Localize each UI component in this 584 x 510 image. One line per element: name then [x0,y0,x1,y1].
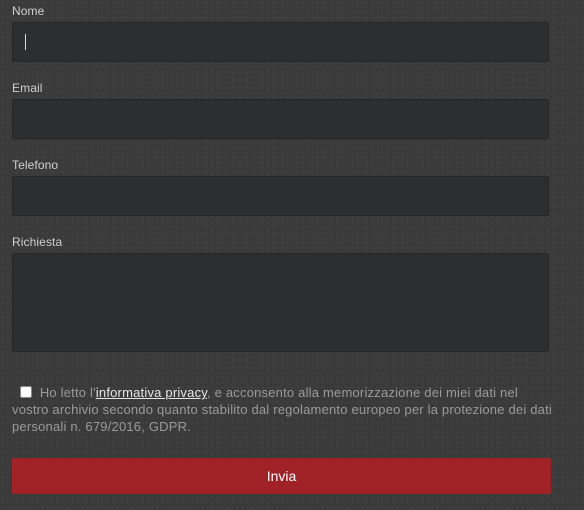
email-input[interactable] [12,99,549,139]
richiesta-label: Richiesta [12,235,63,249]
telefono-label: Telefono [12,158,59,172]
submit-button[interactable]: Invia [12,458,551,494]
telefono-input[interactable] [12,176,549,216]
email-label: Email [12,81,43,95]
privacy-consent: Ho letto l'informativa privacy, e accons… [12,384,557,435]
privacy-checkbox[interactable] [20,386,32,398]
text-caret [25,34,26,50]
consent-text-before: Ho letto l' [39,385,96,400]
nome-input[interactable] [12,22,549,62]
privacy-policy-link[interactable]: informativa privacy [96,385,207,400]
nome-label: Nome [12,4,45,18]
richiesta-textarea[interactable] [12,253,549,352]
